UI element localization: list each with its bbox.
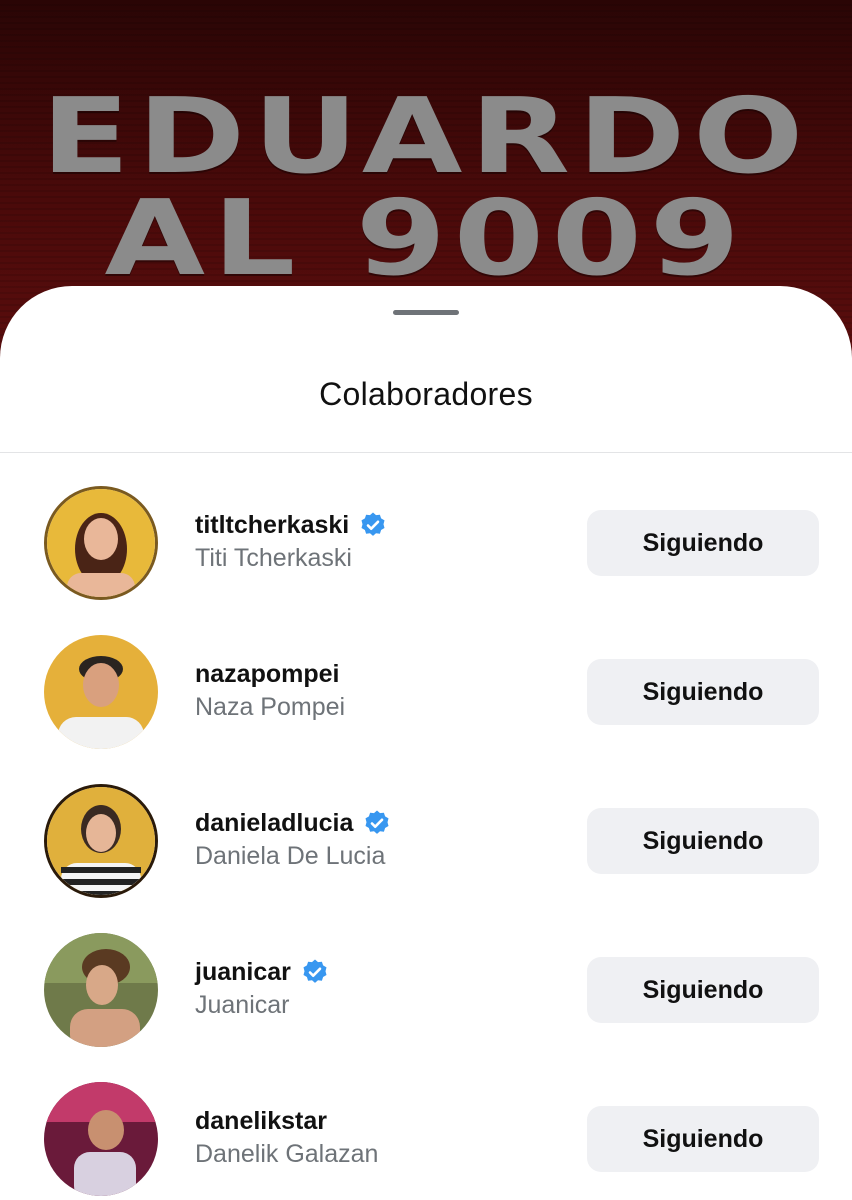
following-button[interactable]: Siguiendo bbox=[587, 957, 819, 1023]
verified-badge-icon bbox=[301, 958, 329, 986]
following-button[interactable]: Siguiendo bbox=[587, 1106, 819, 1172]
full-name: Titi Tcherkaski bbox=[195, 544, 352, 572]
following-button[interactable]: Siguiendo bbox=[587, 659, 819, 725]
avatar[interactable] bbox=[44, 1082, 158, 1196]
verified-badge-icon bbox=[363, 809, 391, 837]
collaborator-row[interactable]: titltcherkaski Titi Tcherkaski Siguiendo bbox=[0, 486, 852, 606]
avatar[interactable] bbox=[44, 486, 158, 600]
verified-badge-icon bbox=[359, 511, 387, 539]
following-button[interactable]: Siguiendo bbox=[587, 510, 819, 576]
sheet-title: Colaboradores bbox=[319, 376, 533, 412]
background-title-line-2: AL 9009 bbox=[104, 177, 748, 299]
collaborator-names: nazapompei Naza Pompei bbox=[195, 657, 345, 722]
avatar[interactable] bbox=[44, 635, 158, 749]
collaborator-names: juanicar Juanicar bbox=[195, 955, 329, 1020]
collaborator-row[interactable]: nazapompei Naza Pompei Siguiendo bbox=[0, 635, 852, 755]
full-name: Danelik Galazan bbox=[195, 1140, 379, 1168]
full-name: Juanicar bbox=[195, 991, 290, 1019]
collaborator-row[interactable]: juanicar Juanicar Siguiendo bbox=[0, 933, 852, 1053]
username[interactable]: nazapompei bbox=[195, 660, 339, 689]
avatar[interactable] bbox=[44, 933, 158, 1047]
collaborator-row[interactable]: danelikstar Danelik Galazan Siguiendo bbox=[0, 1082, 852, 1200]
username[interactable]: danelikstar bbox=[195, 1107, 327, 1136]
full-name: Naza Pompei bbox=[195, 693, 346, 721]
username[interactable]: juanicar bbox=[195, 958, 291, 987]
collaborator-names: titltcherkaski Titi Tcherkaski bbox=[195, 508, 387, 573]
username[interactable]: danieladlucia bbox=[195, 809, 353, 838]
collaborator-names: danelikstar Danelik Galazan bbox=[195, 1104, 378, 1169]
sheet-grabber[interactable] bbox=[393, 310, 459, 315]
following-button[interactable]: Siguiendo bbox=[587, 808, 819, 874]
collaborator-names: danieladlucia Daniela De Lucia bbox=[195, 806, 391, 871]
divider bbox=[0, 452, 852, 453]
full-name: Daniela De Lucia bbox=[195, 842, 386, 870]
avatar[interactable] bbox=[44, 784, 158, 898]
screen: EDUARDO AL 9009 Colaboradores titltcherk… bbox=[0, 0, 852, 1200]
username[interactable]: titltcherkaski bbox=[195, 511, 349, 540]
collaborators-sheet: Colaboradores titltcherkaski Titi Tcherk… bbox=[0, 286, 852, 1200]
collaborator-row[interactable]: danieladlucia Daniela De Lucia Siguiendo bbox=[0, 784, 852, 904]
background-title-line-1: EDUARDO bbox=[41, 75, 811, 197]
